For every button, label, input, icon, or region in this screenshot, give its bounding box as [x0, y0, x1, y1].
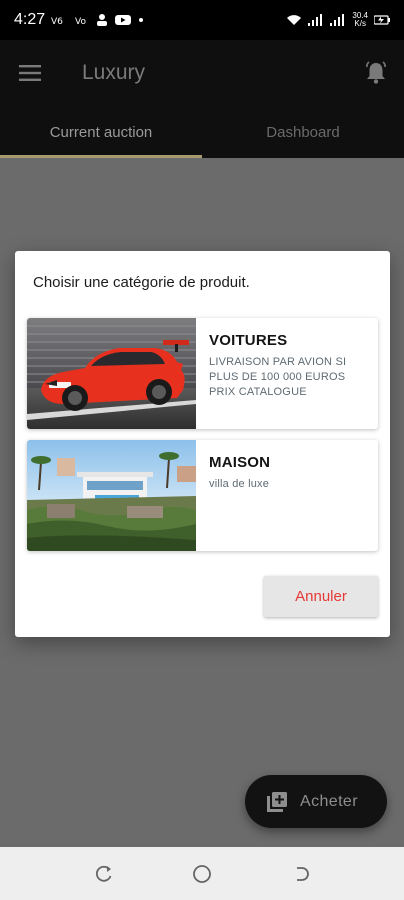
status-bar: 4:27 V6 Vo 30.4 K/s [0, 0, 404, 40]
home-icon [193, 865, 211, 883]
recent-apps-icon [95, 865, 112, 882]
category-dialog: Choisir une catégorie de produit. VOITUR… [15, 251, 390, 637]
signal-icon-1 [308, 14, 323, 26]
hamburger-menu-icon [19, 65, 41, 81]
youtube-icon [115, 15, 132, 25]
category-card-voitures[interactable]: VOITURES LIVRAISON PAR AVION SI PLUS DE … [27, 318, 378, 429]
red-sports-car-image [27, 318, 196, 429]
tab-label: Current auction [49, 123, 153, 141]
card-description: LIVRAISON PAR AVION SI PLUS DE 100 000 E… [209, 356, 347, 398]
battery-charging-icon [374, 15, 390, 25]
dot-icon [139, 18, 144, 22]
card-description: villa de luxe [209, 478, 270, 490]
fab-label: Acheter [300, 792, 358, 810]
tab-label: Dashboard [266, 123, 340, 141]
volte-icon: V6 [51, 17, 63, 26]
person-icon [97, 14, 108, 26]
status-time: 4:27 [14, 11, 46, 28]
recent-apps-button[interactable] [92, 862, 116, 886]
luxury-villa-image [27, 440, 196, 551]
svg-text:Vo: Vo [75, 17, 86, 26]
tab-current-auction[interactable]: Current auction [0, 106, 202, 158]
menu-button[interactable] [0, 40, 60, 106]
back-button[interactable] [290, 862, 314, 886]
add-to-queue-icon [267, 791, 287, 812]
card-text: MAISON villa de luxe [209, 440, 370, 492]
app-bar: Luxury [0, 40, 404, 106]
network-speed: 30.4 K/s [352, 12, 368, 28]
vo-wifi-icon: Vo [75, 17, 86, 26]
signal-icon-2 [330, 14, 345, 26]
category-card-maison[interactable]: MAISON villa de luxe [27, 440, 378, 551]
app-title: Luxury [82, 61, 146, 84]
wifi-icon [287, 15, 302, 25]
network-speed-unit: K/s [354, 19, 366, 28]
bell-icon [366, 61, 386, 84]
card-title: MAISON [209, 454, 271, 471]
cancel-button[interactable]: Annuler [264, 576, 378, 617]
card-title: VOITURES [209, 332, 288, 349]
tab-indicator [0, 155, 202, 158]
home-button[interactable] [190, 862, 214, 886]
svg-text:V6: V6 [51, 17, 63, 26]
tab-dashboard[interactable]: Dashboard [202, 106, 404, 158]
tab-bar: Current auction Dashboard [0, 106, 404, 158]
system-nav-bar [0, 847, 404, 900]
card-text: VOITURES LIVRAISON PAR AVION SI PLUS DE … [209, 318, 370, 400]
back-icon [297, 867, 309, 881]
notifications-button[interactable] [348, 40, 404, 106]
dialog-title: Choisir une catégorie de produit. [33, 274, 250, 291]
buy-fab-button[interactable]: Acheter [245, 775, 387, 828]
